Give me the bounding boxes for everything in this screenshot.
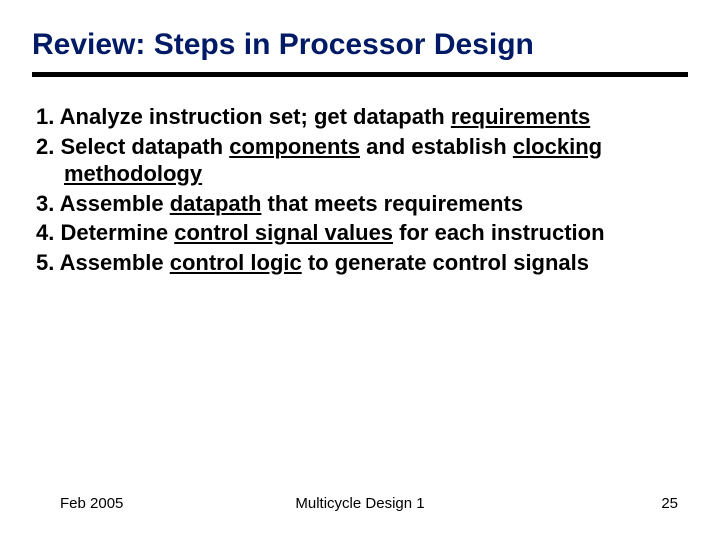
step-3: Assemble datapath that meets requirement… <box>36 190 688 218</box>
step-1: Analyze instruction set; get datapath re… <box>36 103 688 131</box>
step-text: that meets requirements <box>261 191 523 216</box>
slide-footer: Feb 2005 Multicycle Design 1 25 <box>0 495 720 512</box>
step-underline: datapath <box>170 191 262 216</box>
step-5: Assemble control logic to generate contr… <box>36 249 688 277</box>
step-text: Analyze instruction set; get datapath <box>60 104 451 129</box>
footer-date: Feb 2005 <box>60 495 123 512</box>
step-text: Select datapath <box>60 134 229 159</box>
slide-title: Review: Steps in Processor Design <box>32 28 688 62</box>
step-text: Assemble <box>60 250 170 275</box>
steps-list: Analyze instruction set; get datapath re… <box>36 103 688 276</box>
step-underline: control signal values <box>174 220 393 245</box>
step-2: Select datapath components and establish… <box>36 133 688 188</box>
title-rule <box>32 72 688 77</box>
footer-title: Multicycle Design 1 <box>295 495 424 512</box>
footer-page: 25 <box>661 495 678 512</box>
slide: Review: Steps in Processor Design Analyz… <box>0 0 720 540</box>
step-text: to generate control signals <box>302 250 589 275</box>
step-underline: control logic <box>170 250 302 275</box>
step-text: Assemble <box>60 191 170 216</box>
step-underline: requirements <box>451 104 590 129</box>
step-text: for each instruction <box>393 220 604 245</box>
step-underline: components <box>229 134 360 159</box>
step-4: Determine control signal values for each… <box>36 219 688 247</box>
step-text: Determine <box>60 220 174 245</box>
step-text: and establish <box>360 134 513 159</box>
